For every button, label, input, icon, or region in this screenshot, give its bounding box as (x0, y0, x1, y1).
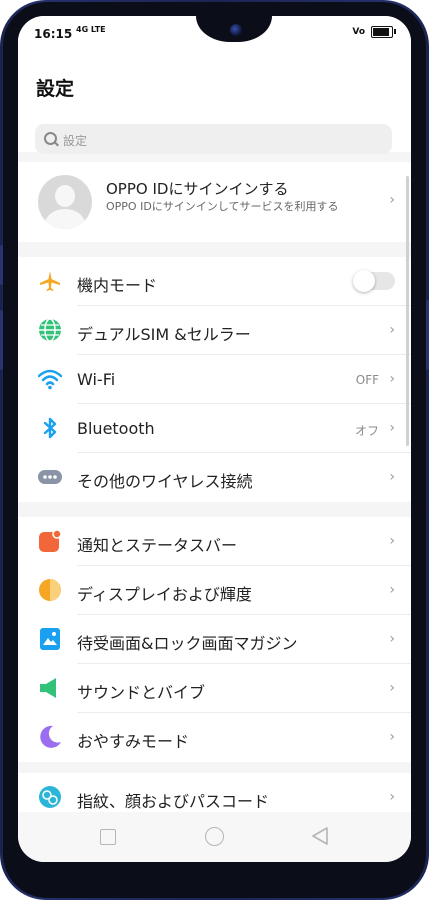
more-icon (38, 470, 62, 484)
chevron-right-icon: › (389, 680, 395, 696)
status-icons: Vo (352, 26, 396, 38)
chevron-right-icon: › (389, 729, 395, 745)
settings-header: 設定 設定 (18, 52, 411, 154)
display-section: 通知とステータスバー › ディスプレイおよび輝度 › 待受画面&ロック画面マガジ… (18, 517, 411, 762)
account-section[interactable]: OPPO IDにサインインする OPPO IDにサインインしてサービスを利用する… (18, 162, 411, 242)
settings-row-wallpaper[interactable]: 待受画面&ロック画面マガジン › (18, 615, 411, 664)
avatar (38, 175, 92, 229)
settings-row-do-not-disturb[interactable]: おやすみモード › (18, 713, 411, 762)
chevron-right-icon: › (389, 582, 395, 598)
row-label: Wi-Fi (77, 370, 116, 389)
chevron-right-icon: › (389, 789, 395, 805)
signal-text: 4G LTE (76, 25, 106, 34)
row-label: デュアルSIM &セルラー (77, 325, 251, 344)
front-camera (230, 24, 242, 36)
row-label: おやすみモード (77, 732, 190, 751)
chevron-right-icon: › (389, 420, 395, 436)
account-subtitle: OPPO IDにサインインしてサービスを利用する (106, 200, 339, 213)
settings-row-display[interactable]: ディスプレイおよび輝度 › (18, 566, 411, 615)
volte-text: Vo (352, 27, 365, 37)
screen: 16:15 4G LTE Vo 設定 設定 OPPO IDにサインインする OP… (18, 16, 411, 862)
globe-icon (39, 318, 61, 342)
battery-icon (371, 26, 396, 38)
bluetooth-icon (43, 417, 57, 439)
row-label: その他のワイヤレス接続 (77, 472, 253, 491)
airplane-icon (40, 271, 60, 291)
volte-icon: Vo (352, 27, 365, 37)
wifi-status: OFF (355, 373, 379, 387)
chevron-right-icon: › (389, 469, 395, 485)
search-input[interactable]: 設定 (35, 124, 392, 154)
settings-row-dual-sim[interactable]: デュアルSIM &セルラー › (18, 306, 411, 355)
back-button[interactable] (312, 827, 328, 845)
row-label: 通知とステータスバー (77, 536, 238, 555)
home-button[interactable] (205, 827, 224, 846)
bluetooth-status: オフ (354, 424, 379, 438)
navigation-bar (18, 812, 411, 862)
settings-row-bluetooth[interactable]: Bluetooth オフ › (18, 404, 411, 453)
scrollbar[interactable] (406, 176, 409, 446)
wifi-icon (38, 369, 62, 390)
settings-row-sound[interactable]: サウンドとバイブ › (18, 664, 411, 713)
battery-fill (373, 28, 389, 36)
chevron-right-icon: › (389, 322, 395, 338)
chevron-right-icon: › (389, 371, 395, 387)
sound-icon (40, 678, 56, 698)
settings-row-wifi[interactable]: Wi-Fi OFF › (18, 355, 411, 404)
settings-row-notifications[interactable]: 通知とステータスバー › (18, 517, 411, 566)
chevron-right-icon: › (389, 192, 395, 208)
row-label: 待受画面&ロック画面マガジン (77, 634, 298, 653)
row-label: 機内モード (77, 276, 158, 295)
recent-apps-button[interactable] (100, 829, 116, 845)
row-label: 指紋、顔およびパスコード (77, 792, 270, 811)
connectivity-section: 機内モード デュアルSIM &セルラー › Wi-Fi OFF › Blueto… (18, 257, 411, 502)
status-time: 16:15 (34, 27, 73, 41)
account-title: OPPO IDにサインインする (106, 180, 289, 198)
row-label: Bluetooth (77, 419, 155, 438)
chevron-right-icon: › (389, 533, 395, 549)
moon-icon (40, 725, 61, 748)
wallpaper-icon (40, 628, 60, 650)
page-title: 設定 (36, 78, 75, 100)
search-placeholder: 設定 (63, 134, 88, 148)
row-label: ディスプレイおよび輝度 (77, 585, 252, 604)
brightness-icon (39, 579, 61, 601)
settings-row-airplane-mode[interactable]: 機内モード (18, 257, 411, 306)
settings-row-other-wireless[interactable]: その他のワイヤレス接続 › (18, 453, 411, 502)
search-icon (44, 132, 57, 145)
row-label: サウンドとバイブ (77, 683, 206, 702)
chevron-right-icon: › (389, 631, 395, 647)
airplane-mode-toggle[interactable] (353, 270, 395, 292)
fingerprint-face-icon (39, 786, 61, 808)
notification-icon (39, 529, 62, 552)
signal-indicator: 4G LTE (76, 26, 106, 34)
toggle-knob (353, 270, 375, 292)
